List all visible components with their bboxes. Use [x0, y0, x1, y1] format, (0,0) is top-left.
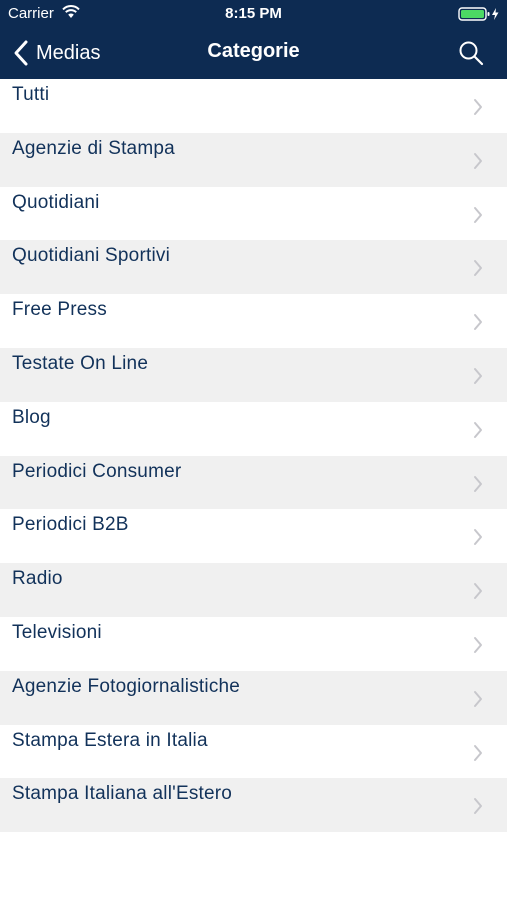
chevron-right-icon [474, 314, 482, 331]
search-icon[interactable] [457, 39, 485, 67]
category-label: Free Press [12, 299, 107, 321]
category-label: Stampa Italiana all'Estero [12, 783, 233, 805]
page-title: Categorie [207, 40, 300, 62]
category-label: Quotidiani [12, 191, 100, 213]
category-row[interactable]: Agenzie di Stampa [0, 132, 507, 187]
chevron-right-icon [474, 636, 482, 653]
chevron-right-icon [474, 583, 482, 600]
chevron-right-icon [474, 475, 482, 492]
chevron-right-icon [474, 529, 482, 546]
category-row[interactable]: Quotidiani Sportivi [0, 240, 507, 295]
category-row[interactable]: Tutti [0, 79, 507, 133]
chevron-right-icon [474, 421, 482, 438]
category-label: Radio [12, 568, 63, 590]
category-label: Televisioni [12, 621, 102, 643]
category-row[interactable]: Televisioni [0, 616, 507, 671]
chevron-right-icon [474, 99, 482, 115]
category-row[interactable]: Periodici Consumer [0, 455, 507, 510]
category-label: Quotidiani Sportivi [12, 245, 170, 267]
chevron-right-icon [474, 152, 482, 169]
category-row[interactable]: Agenzie Fotogiornalistiche [0, 670, 507, 725]
category-row[interactable]: Stampa Estera in Italia [0, 724, 507, 779]
chevron-right-icon [474, 206, 482, 223]
category-row[interactable]: Testate On Line [0, 347, 507, 402]
chevron-right-icon [474, 690, 482, 707]
category-row[interactable]: Stampa Italiana all'Estero [0, 778, 507, 833]
battery-icon [458, 7, 499, 21]
status-time: 8:15 PM [225, 5, 282, 22]
category-label: Tutti [12, 84, 50, 105]
category-label: Periodici B2B [12, 514, 129, 536]
category-row[interactable]: Periodici B2B [0, 509, 507, 564]
category-label: Testate On Line [12, 352, 149, 374]
header: Carrier 8:15 PM Medias Categorie [0, 0, 507, 79]
category-label: Agenzie di Stampa [12, 137, 175, 159]
chevron-right-icon [474, 367, 482, 384]
category-row[interactable]: Blog [0, 401, 507, 456]
chevron-right-icon [474, 798, 482, 815]
category-row[interactable]: Quotidiani [0, 186, 507, 241]
chevron-right-icon [474, 260, 482, 277]
category-label: Stampa Estera in Italia [12, 729, 208, 751]
navigation-bar: Medias Categorie [0, 28, 507, 79]
category-list: Tutti Agenzie di Stampa Quotidiani Quotidia… [0, 79, 507, 833]
category-label: Blog [12, 406, 51, 428]
category-label: Agenzie Fotogiornalistiche [12, 675, 241, 697]
category-label: Periodici Consumer [12, 460, 182, 482]
chevron-right-icon [474, 744, 482, 761]
category-row[interactable]: Radio [0, 563, 507, 617]
category-row[interactable]: Free Press [0, 294, 507, 348]
status-bar: Carrier 8:15 PM [0, 0, 507, 28]
